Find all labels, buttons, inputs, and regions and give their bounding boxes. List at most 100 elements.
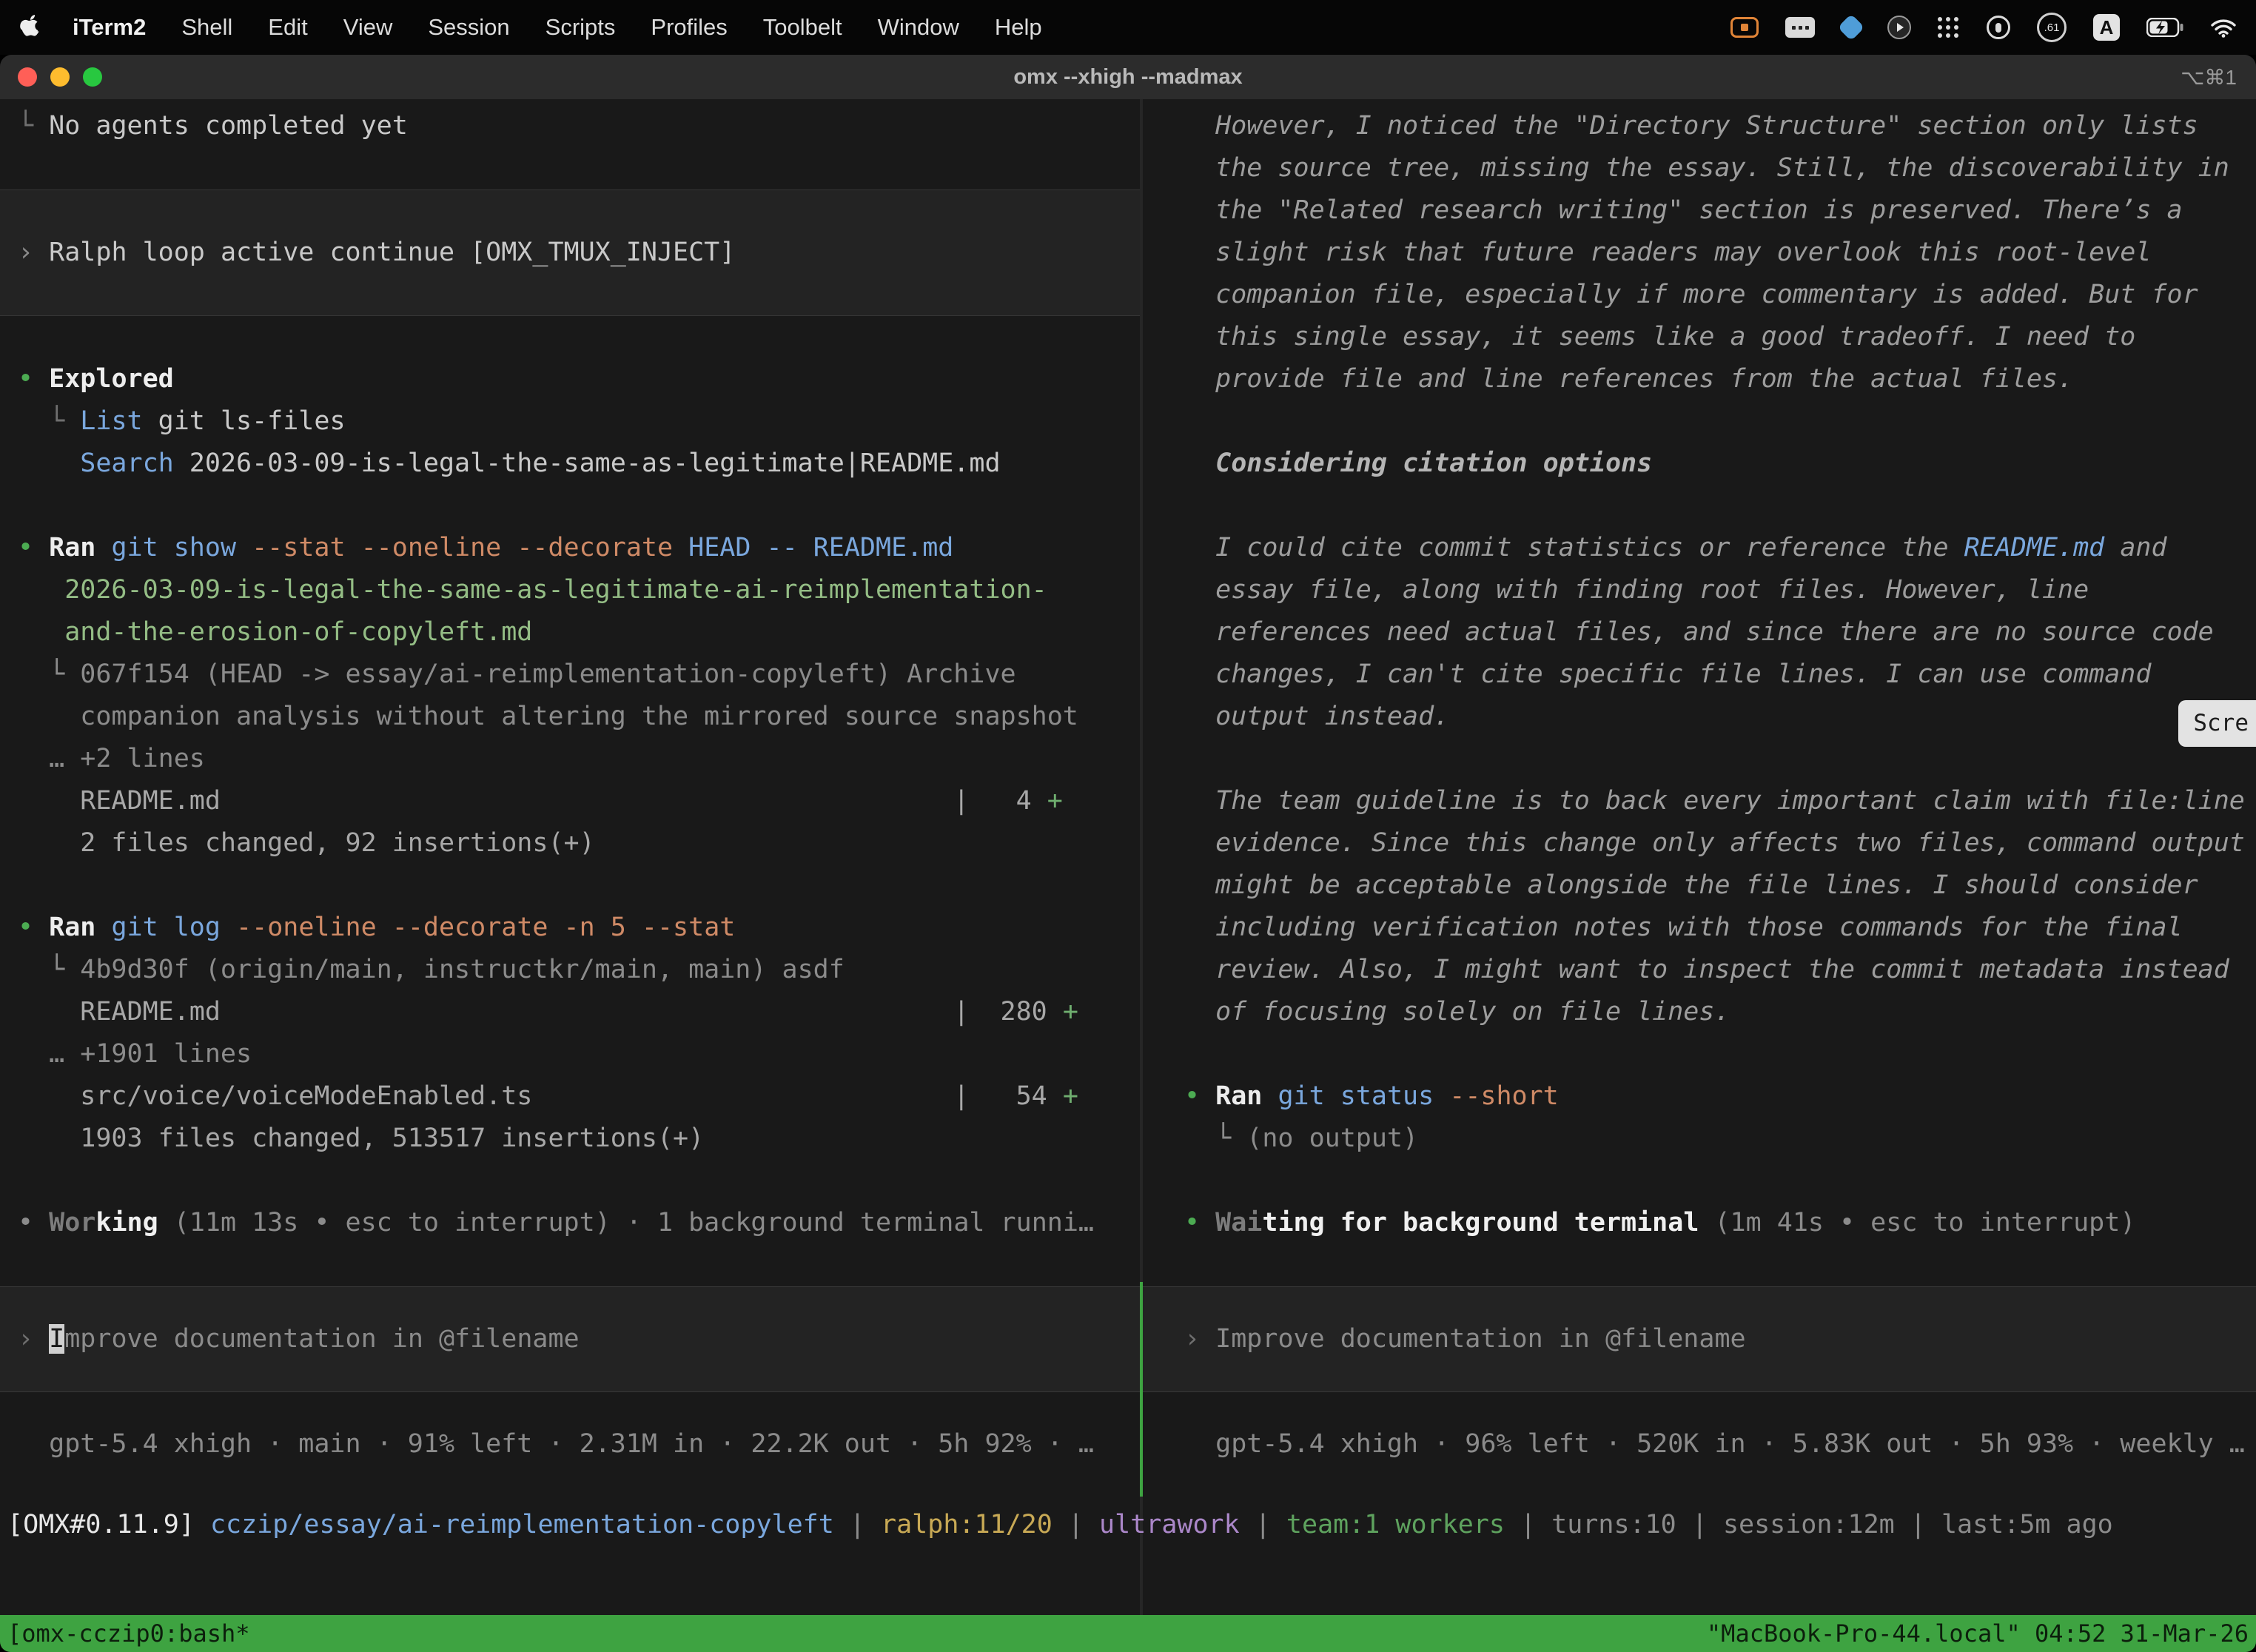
window-title-bar[interactable]: omx --xhigh --madmax ⌥⌘1 bbox=[0, 55, 2256, 99]
menu-item-shell[interactable]: Shell bbox=[181, 14, 232, 41]
terminal-line bbox=[1143, 485, 2256, 527]
terminal-line: └ No agents completed yet bbox=[0, 105, 1140, 147]
menu-item-edit[interactable]: Edit bbox=[268, 14, 307, 41]
pane-right-prompt-input[interactable]: › Improve documentation in @filename bbox=[1143, 1286, 2256, 1392]
menu-item-help[interactable]: Help bbox=[995, 14, 1042, 41]
status-text: gpt-5.4 xhigh · main · 91% left · 2.31M … bbox=[0, 1423, 1140, 1465]
menu-bar-left: iTerm2 Shell Edit View Session Scripts Profile… bbox=[19, 14, 1042, 41]
terminal-line bbox=[1143, 1160, 2256, 1202]
terminal-line bbox=[0, 485, 1140, 527]
pane-right-scrollback: However, I noticed the "Directory Struct… bbox=[1143, 105, 2256, 1244]
terminal-line: • Ran git log --oneline --decorate -n 5 … bbox=[0, 907, 1140, 949]
screen-recording-indicator[interactable] bbox=[1730, 17, 1759, 38]
terminal-line: essay file, along with finding root file… bbox=[1143, 569, 2256, 611]
terminal-line: changes, I can't cite specific file line… bbox=[1143, 654, 2256, 696]
terminal-line: • Waiting for background terminal (1m 41… bbox=[1143, 1202, 2256, 1244]
terminal-line: slight risk that future readers may over… bbox=[1143, 232, 2256, 274]
pane-right-status: gpt-5.4 xhigh · 96% left · 520K in · 5.8… bbox=[1143, 1423, 2256, 1465]
circle-app-icon[interactable] bbox=[1887, 16, 1911, 39]
traffic-lights bbox=[18, 55, 102, 99]
terminal-line: 1903 files changed, 513517 insertions(+) bbox=[0, 1118, 1140, 1160]
battery-gauge-badge[interactable]: .61 bbox=[2037, 13, 2067, 42]
terminal-line: └ 067f154 (HEAD -> essay/ai-reimplementa… bbox=[0, 654, 1140, 696]
battery-charging-icon[interactable] bbox=[2146, 18, 2183, 37]
terminal-line: └ (no output) bbox=[1143, 1118, 2256, 1160]
menu-item-scripts[interactable]: Scripts bbox=[545, 14, 616, 41]
terminal-line: of focusing solely on file lines. bbox=[1143, 991, 2256, 1033]
terminal-line bbox=[1143, 1033, 2256, 1075]
terminal-line: › Ralph loop active continue [OMX_TMUX_I… bbox=[0, 232, 735, 274]
pane-divider-active-segment bbox=[1140, 1282, 1143, 1497]
raycast-icon[interactable] bbox=[1838, 14, 1865, 41]
terminal-line: • Explored bbox=[0, 358, 1140, 400]
minimize-button[interactable] bbox=[50, 67, 70, 87]
terminal-line: Search 2026-03-09-is-legal-the-same-as-l… bbox=[0, 443, 1140, 485]
terminal-line bbox=[0, 316, 1140, 358]
window-shortcut-hint: ⌥⌘1 bbox=[2181, 65, 2237, 90]
terminal-line: companion analysis without altering the … bbox=[0, 696, 1140, 738]
prompt-line: › Improve documentation in @filename bbox=[0, 1318, 580, 1360]
terminal-line: evidence. Since this change only affects… bbox=[1143, 822, 2256, 864]
terminal-line: • Working (11m 13s • esc to interrupt) ·… bbox=[0, 1202, 1140, 1244]
menu-item-iterm2[interactable]: iTerm2 bbox=[73, 14, 146, 41]
terminal-line: The team guideline is to back every impo… bbox=[1143, 780, 2256, 822]
terminal-line: src/voice/voiceModeEnabled.ts | 54 + bbox=[0, 1075, 1140, 1118]
terminal-line: output instead. bbox=[1143, 696, 2256, 738]
pane-right[interactable]: However, I noticed the "Directory Struct… bbox=[1143, 99, 2256, 1615]
terminal-line: 2026-03-09-is-legal-the-same-as-legitima… bbox=[0, 569, 1140, 611]
close-button[interactable] bbox=[18, 67, 37, 87]
tmux-status-bar: [omx-cczip0:bash* "MacBook-Pro-44.local"… bbox=[0, 1615, 2256, 1652]
menu-item-session[interactable]: Session bbox=[428, 14, 509, 41]
macos-menu-bar: iTerm2 Shell Edit View Session Scripts Profile… bbox=[0, 0, 2256, 55]
pane-left-prompt-input[interactable]: › Improve documentation in @filename bbox=[0, 1286, 1140, 1392]
zoom-button[interactable] bbox=[83, 67, 102, 87]
terminal-line: 2 files changed, 92 insertions(+) bbox=[0, 822, 1140, 864]
tmux-session-name: [omx-cczip0:bash* bbox=[7, 1619, 250, 1648]
menu-bar-status-icons: .61 A bbox=[1730, 13, 2237, 42]
menu-item-view[interactable]: View bbox=[343, 14, 393, 41]
status-text: gpt-5.4 xhigh · 96% left · 520K in · 5.8… bbox=[1143, 1423, 2256, 1465]
window-title: omx --xhigh --madmax bbox=[1013, 65, 1242, 90]
terminal-line bbox=[0, 864, 1140, 907]
pane-left[interactable]: └ No agents completed yet › Ralph loop ac… bbox=[0, 99, 1140, 1615]
dots-grid-icon[interactable] bbox=[1938, 16, 1960, 38]
omx-status-bar: [OMX#0.11.9] cczip/essay/ai-reimplementa… bbox=[0, 1504, 2256, 1546]
terminal-line: the source tree, missing the essay. Stil… bbox=[1143, 147, 2256, 189]
terminal-line: review. Also, I might want to inspect th… bbox=[1143, 949, 2256, 991]
terminal-line: README.md | 280 + bbox=[0, 991, 1140, 1033]
terminal-line bbox=[1143, 400, 2256, 443]
terminal-line: references need actual files, and since … bbox=[1143, 611, 2256, 654]
terminal-line: … +2 lines bbox=[0, 738, 1140, 780]
keyboard-icon[interactable] bbox=[1785, 17, 1815, 38]
inject-banner: › Ralph loop active continue [OMX_TMUX_I… bbox=[0, 189, 1140, 316]
terminal-line: • Ran git show --stat --oneline --decora… bbox=[0, 527, 1140, 569]
input-source-icon[interactable]: A bbox=[2093, 14, 2120, 41]
wifi-icon[interactable] bbox=[2210, 17, 2237, 38]
terminal-line bbox=[0, 147, 1140, 189]
terminal-line: the "Related research writing" section i… bbox=[1143, 189, 2256, 232]
terminal-line: └ 4b9d30f (origin/main, instructkr/main,… bbox=[0, 949, 1140, 991]
menu-item-window[interactable]: Window bbox=[878, 14, 959, 41]
menu-item-toolbelt[interactable]: Toolbelt bbox=[763, 14, 842, 41]
terminal-line: companion file, especially if more comme… bbox=[1143, 274, 2256, 316]
terminal-line: README.md | 4 + bbox=[0, 780, 1140, 822]
iterm-window: omx --xhigh --madmax ⌥⌘1 └ No agents com… bbox=[0, 55, 2256, 1652]
terminal-line bbox=[1143, 738, 2256, 780]
pane-left-status: gpt-5.4 xhigh · main · 91% left · 2.31M … bbox=[0, 1423, 1140, 1465]
terminal-line: and-the-erosion-of-copyleft.md bbox=[0, 611, 1140, 654]
terminal-line: this single essay, it seems like a good … bbox=[1143, 316, 2256, 358]
apple-menu-icon[interactable] bbox=[19, 14, 41, 41]
tmux-host-clock: "MacBook-Pro-44.local" 04:52 31-Mar-26 bbox=[1707, 1619, 2249, 1648]
terminal-area: └ No agents completed yet › Ralph loop ac… bbox=[0, 99, 2256, 1652]
terminal-line: └ List git ls-files bbox=[0, 400, 1140, 443]
screen-tooltip: Scre bbox=[2178, 700, 2256, 747]
terminal-line: provide file and line references from th… bbox=[1143, 358, 2256, 400]
terminal-line: I could cite commit statistics or refere… bbox=[1143, 527, 2256, 569]
menu-items: iTerm2 Shell Edit View Session Scripts Profile… bbox=[73, 14, 1042, 41]
terminal-line: including verification notes with those … bbox=[1143, 907, 2256, 949]
menu-item-profiles[interactable]: Profiles bbox=[651, 14, 727, 41]
terminal-line: • Ran git status --short bbox=[1143, 1075, 2256, 1118]
terminal-line bbox=[0, 1160, 1140, 1202]
terminal-line: However, I noticed the "Directory Struct… bbox=[1143, 105, 2256, 147]
onepassword-icon[interactable] bbox=[1987, 16, 2010, 39]
